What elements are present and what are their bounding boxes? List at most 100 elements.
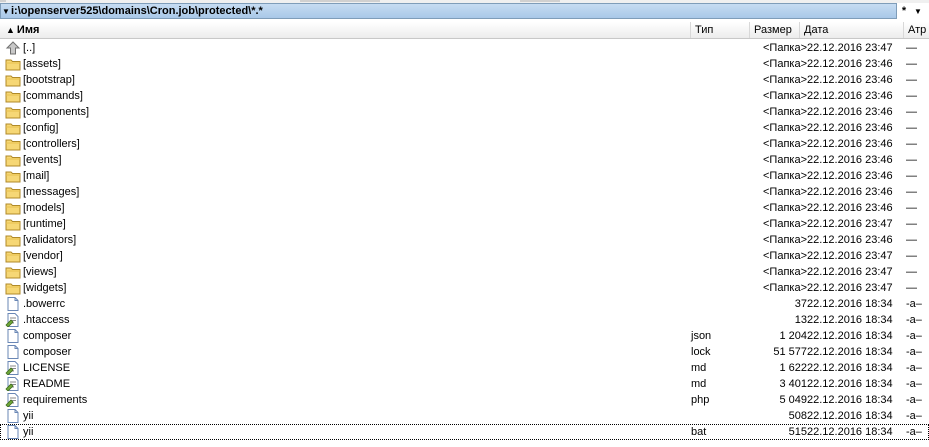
file-name: [runtime] <box>23 218 66 230</box>
file-row[interactable]: [views] <Папка> 22.12.2016 23:47 — <box>0 264 929 280</box>
folder-icon <box>5 201 21 215</box>
file-size: <Папка> <box>763 282 807 294</box>
file-name: [commands] <box>23 90 83 102</box>
file-attr: — <box>906 42 917 54</box>
column-header-size[interactable]: Размер <box>750 22 800 38</box>
column-header-name[interactable]: ▲ Имя <box>0 22 691 38</box>
file-row[interactable]: [commands] <Папка> 22.12.2016 23:46 — <box>0 88 929 104</box>
file-size: <Папка> <box>763 122 807 134</box>
file-attr: — <box>906 106 917 118</box>
file-name: [config] <box>23 122 59 134</box>
file-name: [messages] <box>23 186 80 198</box>
folder-icon <box>5 137 21 151</box>
file-name: [views] <box>23 266 57 278</box>
file-row[interactable]: yii bat 515 22.12.2016 18:34 -a– <box>0 424 929 440</box>
file-attr: — <box>906 266 917 278</box>
file-date: 22.12.2016 23:46 <box>807 106 893 118</box>
file-type: php <box>691 394 710 406</box>
file-attr: -a– <box>906 394 922 406</box>
text-file-icon <box>5 377 21 392</box>
file-date: 22.12.2016 18:34 <box>807 426 893 438</box>
file-type: json <box>691 330 712 342</box>
file-row[interactable]: [mail] <Папка> 22.12.2016 23:46 — <box>0 168 929 184</box>
file-attr: -a– <box>906 346 922 358</box>
file-size: 3 401 <box>779 378 807 390</box>
file-row[interactable]: [models] <Папка> 22.12.2016 23:46 — <box>0 200 929 216</box>
file-date: 22.12.2016 23:47 <box>807 218 893 230</box>
file-list[interactable]: [..] <Папка> 22.12.2016 23:47— [assets] <Пап… <box>0 40 929 440</box>
folder-icon <box>5 73 21 87</box>
file-attr: — <box>906 90 917 102</box>
file-name: [controllers] <box>23 138 80 150</box>
file-date: 22.12.2016 18:34 <box>807 410 893 422</box>
file-attr: -a– <box>906 410 922 422</box>
file-attr: — <box>906 154 917 166</box>
file-date: 22.12.2016 23:47 <box>807 250 893 262</box>
file-date: 22.12.2016 18:34 <box>807 298 893 310</box>
folder-icon <box>5 169 21 183</box>
file-name: composer <box>23 330 72 342</box>
file-row[interactable]: composer json 1 204 22.12.2016 18:34 -a– <box>0 328 929 344</box>
column-header: ▲ Имя Тип Размер Дата Атр <box>0 22 929 39</box>
file-date: 22.12.2016 18:34 <box>807 346 893 358</box>
file-attr: — <box>906 234 917 246</box>
file-attr: — <box>906 138 917 150</box>
sort-arrow-up-icon: ▲ <box>6 25 15 35</box>
file-row[interactable]: .bowerrc 37 22.12.2016 18:34 -a– <box>0 296 929 312</box>
path-history-arrow-icon[interactable]: ▼ <box>1 7 11 16</box>
file-row[interactable]: [assets] <Папка> 22.12.2016 23:46 — <box>0 56 929 72</box>
file-attr: — <box>906 170 917 182</box>
file-row[interactable]: [config] <Папка> 22.12.2016 23:46 — <box>0 120 929 136</box>
file-date: 22.12.2016 23:46 <box>807 74 893 86</box>
file-row[interactable]: [bootstrap] <Папка> 22.12.2016 23:46 — <box>0 72 929 88</box>
file-row[interactable]: [vendor] <Папка> 22.12.2016 23:47 — <box>0 248 929 264</box>
file-row[interactable]: .htaccess 13 22.12.2016 18:34 -a– <box>0 312 929 328</box>
file-row[interactable]: yii 508 22.12.2016 18:34 -a– <box>0 408 929 424</box>
file-row[interactable]: README md 3 401 22.12.2016 18:34 -a– <box>0 376 929 392</box>
chevron-down-icon[interactable]: ▼ <box>911 7 925 16</box>
filter-star-button[interactable]: * <box>897 5 911 17</box>
file-name: [events] <box>23 154 62 166</box>
file-attr: — <box>906 74 917 86</box>
file-row[interactable]: LICENSE md 1 622 22.12.2016 18:34 -a– <box>0 360 929 376</box>
file-row[interactable]: composer lock 51 577 22.12.2016 18:34 -a– <box>0 344 929 360</box>
file-row[interactable]: [events] <Папка> 22.12.2016 23:46 — <box>0 152 929 168</box>
file-row[interactable]: [validators] <Папка> 22.12.2016 23:46 — <box>0 232 929 248</box>
file-type: md <box>691 362 707 374</box>
file-size: <Папка> <box>763 74 807 86</box>
file-row[interactable]: [messages] <Папка> 22.12.2016 23:46 — <box>0 184 929 200</box>
file-date: 22.12.2016 23:46 <box>807 138 893 150</box>
file-row[interactable]: requirements php 5 049 22.12.2016 18:34 -a– <box>0 392 929 408</box>
file-icon <box>5 329 21 343</box>
file-date: 22.12.2016 23:46 <box>807 58 893 70</box>
column-header-name-label: Имя <box>16 24 40 36</box>
file-date: 22.12.2016 23:46 <box>807 154 893 166</box>
folder-icon <box>5 105 21 119</box>
file-date: 22.12.2016 23:46 <box>807 186 893 198</box>
file-row[interactable]: [runtime] <Папка> 22.12.2016 23:47 — <box>0 216 929 232</box>
file-row[interactable]: [..] <Папка> 22.12.2016 23:47 — <box>0 40 929 56</box>
file-icon <box>5 345 21 359</box>
file-row[interactable]: [controllers] <Папка> 22.12.2016 23:46 — <box>0 136 929 152</box>
file-size: 51 577 <box>773 346 807 358</box>
file-date: 22.12.2016 18:34 <box>807 378 893 390</box>
file-size: <Папка> <box>763 234 807 246</box>
folder-icon <box>5 57 21 71</box>
file-size: <Папка> <box>763 138 807 150</box>
file-attr: -a– <box>906 314 922 326</box>
file-name: requirements <box>23 394 88 406</box>
file-size: <Папка> <box>763 106 807 118</box>
file-size: <Папка> <box>763 154 807 166</box>
file-size: <Папка> <box>763 218 807 230</box>
file-size: 1 622 <box>779 362 807 374</box>
file-row[interactable]: [components] <Папка> 22.12.2016 23:46 — <box>0 104 929 120</box>
current-path-bar[interactable]: ▼ i:\openserver525\domains\Cron.job\prot… <box>0 3 897 19</box>
file-date: 22.12.2016 23:46 <box>807 90 893 102</box>
file-size: <Папка> <box>763 170 807 182</box>
column-header-type[interactable]: Тип <box>691 22 750 38</box>
file-attr: -a– <box>906 378 922 390</box>
file-row[interactable]: [widgets] <Папка> 22.12.2016 23:47 — <box>0 280 929 296</box>
column-header-attr[interactable]: Атр <box>903 22 929 38</box>
file-type: md <box>691 378 707 390</box>
file-name: [components] <box>23 106 90 118</box>
